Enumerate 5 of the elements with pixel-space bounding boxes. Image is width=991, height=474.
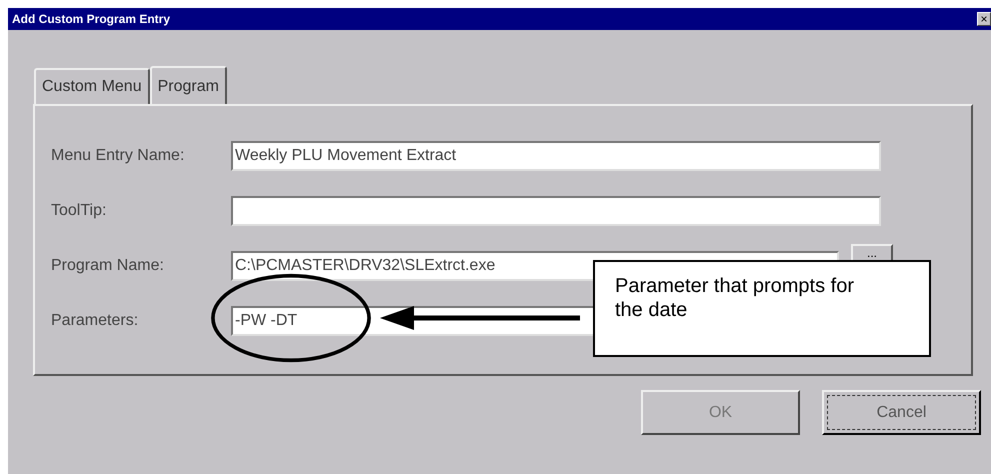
field-label: Menu Entry Name: bbox=[50, 146, 186, 164]
field-label: Parameters: bbox=[50, 312, 140, 330]
window-title: Add Custom Program Entry bbox=[11, 12, 170, 26]
field-label: ToolTip: bbox=[50, 202, 108, 220]
field-label: Program Name: bbox=[50, 256, 165, 274]
